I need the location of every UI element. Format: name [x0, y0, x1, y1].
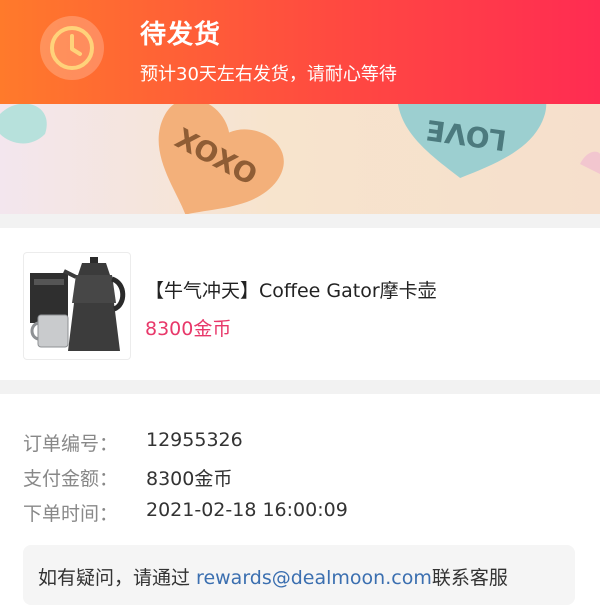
xoxo-heart: XOXO — [158, 104, 284, 214]
product-thumbnail[interactable] — [23, 252, 131, 360]
order-time-label: 下单时间： — [23, 503, 119, 525]
support-email-link[interactable]: rewards@dealmoon.com — [196, 567, 432, 589]
payment-amount-value: 8300金币 — [146, 468, 233, 490]
section-divider — [0, 214, 600, 228]
status-subtitle: 预计30天左右发货，请耐心等待 — [140, 64, 397, 85]
help-text: 如有疑问，请通过 rewards@dealmoon.com联系客服 — [38, 563, 508, 590]
payment-amount-label: 支付金额： — [23, 468, 119, 490]
moka-pot-image — [30, 257, 126, 351]
teal-heart-left — [0, 104, 47, 144]
section-divider — [0, 380, 600, 394]
order-status-header: 待发货 预计30天左右发货，请耐心等待 — [0, 0, 600, 104]
love-heart: LOVE — [397, 104, 547, 178]
help-contact-box: 如有疑问，请通过 rewards@dealmoon.com联系客服 — [23, 545, 575, 605]
status-title: 待发货 — [140, 20, 222, 50]
product-name[interactable]: 【牛气冲天】Coffee Gator摩卡壶 — [145, 276, 437, 303]
order-number-label: 订单编号： — [23, 433, 119, 455]
product-price: 8300金币 — [145, 318, 232, 340]
decorative-banner: XOXO LOVE — [0, 104, 600, 214]
order-time-value: 2021-02-18 16:00:09 — [146, 499, 348, 521]
order-number-value: 12955326 — [146, 429, 243, 451]
help-prefix: 如有疑问，请通过 — [38, 567, 197, 589]
help-suffix: 联系客服 — [431, 567, 508, 589]
clock-icon — [40, 16, 104, 80]
